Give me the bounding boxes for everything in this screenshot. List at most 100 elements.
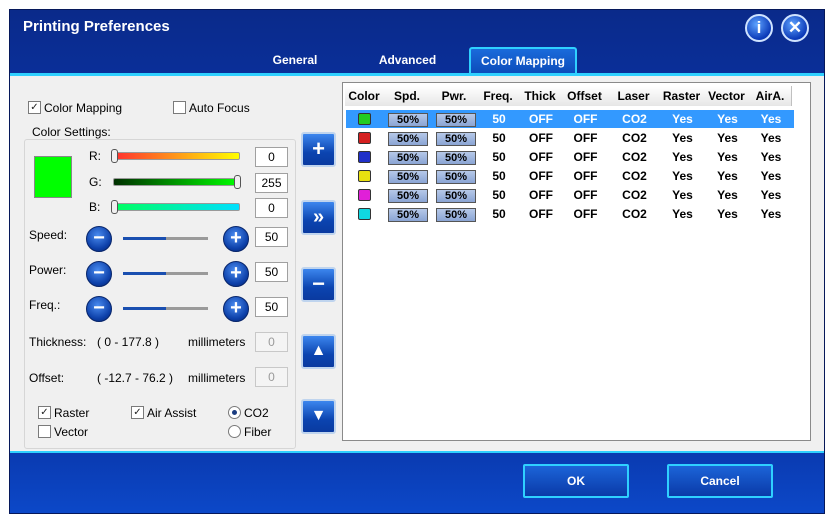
table-row[interactable]: 50% 50% 50 OFF OFF CO2 Yes Yes Yes xyxy=(346,167,794,185)
color-settings-label: Color Settings: xyxy=(30,125,113,139)
thickness-input[interactable]: 0 xyxy=(255,332,288,352)
info-icon[interactable]: i xyxy=(745,14,773,42)
apply-settings-button[interactable]: » xyxy=(301,200,336,235)
color-mapping-checkbox[interactable]: ✓ xyxy=(28,101,41,114)
frequency-decrease-button[interactable]: − xyxy=(86,296,112,322)
printing-preferences-window: Printing Preferences i ✕ General Advance… xyxy=(9,9,825,514)
frequency-increase-button[interactable]: + xyxy=(223,296,249,322)
column-header[interactable]: Laser xyxy=(608,86,660,106)
power-slider[interactable] xyxy=(123,272,208,275)
table-cell: CO2 xyxy=(622,207,647,221)
remove-color-button[interactable]: − xyxy=(301,267,336,302)
column-header[interactable]: Offset xyxy=(561,86,609,106)
air-assist-checkbox[interactable]: ✓ xyxy=(131,406,144,419)
speed-bar: 50% xyxy=(388,132,428,146)
color-mapping-label: Color Mapping xyxy=(44,101,123,115)
column-header[interactable]: AirA. xyxy=(749,86,792,106)
table-cell: 50 xyxy=(492,207,506,221)
column-header[interactable]: Raster xyxy=(659,86,705,106)
column-header[interactable]: Thick xyxy=(519,86,562,106)
raster-checkbox[interactable]: ✓ xyxy=(38,406,51,419)
power-bar: 50% xyxy=(436,189,476,203)
thickness-label: Thickness: xyxy=(29,335,87,349)
table-cell: OFF xyxy=(573,112,598,126)
column-header[interactable]: Spd. xyxy=(383,86,432,106)
color-mapping-table: Color Spd. Pwr. Freq. Thick Offset Laser Raster… xyxy=(342,82,811,441)
column-header[interactable]: Pwr. xyxy=(431,86,478,106)
table-cell: CO2 xyxy=(622,112,647,126)
power-increase-button[interactable]: + xyxy=(223,261,249,287)
speed-bar: 50% xyxy=(388,170,428,184)
close-icon[interactable]: ✕ xyxy=(781,14,809,42)
frequency-value-input[interactable]: 50 xyxy=(255,297,288,317)
table-cell: CO2 xyxy=(622,188,647,202)
table-cell: 50 xyxy=(492,169,506,183)
color-preview-swatch xyxy=(34,156,72,198)
frequency-slider[interactable] xyxy=(123,307,208,310)
column-header[interactable]: Color xyxy=(345,86,384,106)
ok-button[interactable]: OK xyxy=(523,464,629,498)
speed-decrease-button[interactable]: − xyxy=(86,226,112,252)
power-slider-fill xyxy=(123,272,166,275)
thickness-unit: millimeters xyxy=(188,335,246,349)
table-cell: Yes xyxy=(717,188,738,202)
co2-label: CO2 xyxy=(244,406,269,420)
footer-divider xyxy=(10,451,824,453)
power-bar: 50% xyxy=(436,132,476,146)
table-cell: OFF xyxy=(529,169,553,183)
column-header[interactable]: Vector xyxy=(704,86,750,106)
speed-slider[interactable] xyxy=(123,237,208,240)
power-bar: 50% xyxy=(436,113,476,127)
add-color-button[interactable]: + xyxy=(301,132,336,167)
speed-increase-button[interactable]: + xyxy=(223,226,249,252)
co2-radio[interactable] xyxy=(228,406,241,419)
power-decrease-button[interactable]: − xyxy=(86,261,112,287)
tab-advanced[interactable]: Advanced xyxy=(370,47,445,73)
table-cell: 50 xyxy=(492,188,506,202)
table-row[interactable]: 50% 50% 50 OFF OFF CO2 Yes Yes Yes xyxy=(346,148,794,166)
fiber-radio[interactable] xyxy=(228,425,241,438)
red-value-input[interactable]: 0 xyxy=(255,147,288,167)
power-value-input[interactable]: 50 xyxy=(255,262,288,282)
table-cell: OFF xyxy=(573,131,598,145)
blue-slider-thumb[interactable] xyxy=(111,200,118,214)
table-row[interactable]: 50% 50% 50 OFF OFF CO2 Yes Yes Yes xyxy=(346,129,794,147)
table-row[interactable]: 50% 50% 50 OFF OFF CO2 Yes Yes Yes xyxy=(346,205,794,223)
blue-value-input[interactable]: 0 xyxy=(255,198,288,218)
green-slider[interactable] xyxy=(113,178,240,186)
color-swatch xyxy=(358,189,371,201)
speed-bar: 50% xyxy=(388,208,428,222)
power-label: Power: xyxy=(29,263,67,277)
blue-slider[interactable] xyxy=(113,203,240,211)
table-cell: Yes xyxy=(760,207,782,221)
red-slider-thumb[interactable] xyxy=(111,149,118,163)
table-cell: Yes xyxy=(672,188,693,202)
table-cell: OFF xyxy=(573,207,598,221)
auto-focus-checkbox[interactable] xyxy=(173,101,186,114)
vector-checkbox[interactable] xyxy=(38,425,51,438)
table-cell: Yes xyxy=(672,207,693,221)
tab-general[interactable]: General xyxy=(260,47,330,73)
table-cell: Yes xyxy=(760,131,782,145)
offset-label: Offset: xyxy=(29,371,65,385)
column-header[interactable]: Freq. xyxy=(477,86,520,106)
move-down-button[interactable]: ▼ xyxy=(301,399,336,434)
blue-label: B: xyxy=(89,200,101,214)
color-swatch xyxy=(358,113,371,125)
green-slider-thumb[interactable] xyxy=(234,175,241,189)
frequency-label: Freq.: xyxy=(29,298,61,312)
move-up-button[interactable]: ▲ xyxy=(301,334,336,369)
red-slider[interactable] xyxy=(113,152,240,160)
table-cell: OFF xyxy=(529,150,553,164)
table-row[interactable]: 50% 50% 50 OFF OFF CO2 Yes Yes Yes xyxy=(346,186,794,204)
speed-value-input[interactable]: 50 xyxy=(255,227,288,247)
green-value-input[interactable]: 255 xyxy=(255,173,288,193)
cancel-button[interactable]: Cancel xyxy=(667,464,773,498)
speed-bar: 50% xyxy=(388,113,428,127)
table-row[interactable]: 50% 50% 50 OFF OFF CO2 Yes Yes Yes xyxy=(346,110,794,128)
tab-color-mapping[interactable]: Color Mapping xyxy=(469,47,577,75)
table-cell: OFF xyxy=(529,131,553,145)
offset-input[interactable]: 0 xyxy=(255,367,288,387)
table-cell: Yes xyxy=(717,150,738,164)
table-cell: 50 xyxy=(492,131,506,145)
